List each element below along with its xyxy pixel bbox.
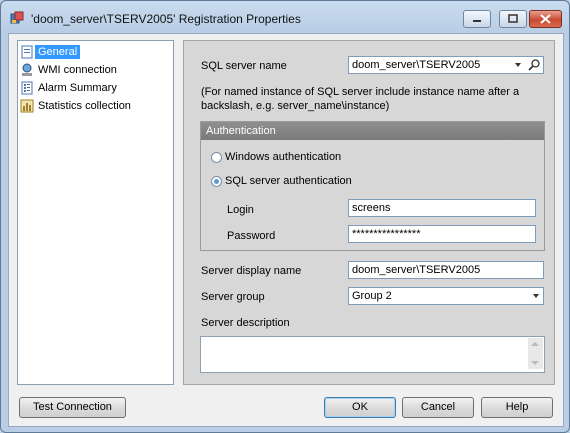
alarm-list-icon	[21, 81, 33, 94]
instance-name-hint: (For named instance of SQL server includ…	[201, 86, 520, 112]
tree-item-alarm-summary[interactable]: Alarm Summary	[20, 79, 117, 96]
title-bar[interactable]: 'doom_server\TSERV2005' Registration Pro…	[1, 1, 569, 33]
server-group-value: Group 2	[352, 290, 392, 302]
sql-server-name-value: doom_server\TSERV2005	[352, 59, 481, 71]
windows-auth-radio[interactable]	[211, 152, 222, 163]
tree-item-general[interactable]: General	[20, 43, 81, 60]
server-display-name-input[interactable]: doom_server\TSERV2005	[348, 261, 544, 279]
statistics-icon	[20, 99, 34, 112]
login-label: Login	[227, 204, 254, 216]
authentication-title: Authentication	[206, 125, 276, 137]
server-display-name-label: Server display name	[201, 265, 302, 277]
sql-auth-label[interactable]: SQL server authentication	[225, 175, 352, 187]
authentication-group: Authentication Windows authentication SQ…	[200, 121, 545, 251]
server-group-select[interactable]: Group 2	[348, 287, 544, 305]
wmi-icon	[22, 63, 32, 76]
registration-properties-window: 'doom_server\TSERV2005' Registration Pro…	[0, 0, 570, 433]
tree-item-label: Alarm Summary	[38, 81, 117, 94]
description-scrollbar[interactable]	[528, 338, 543, 369]
window-title: 'doom_server\TSERV2005' Registration Pro…	[31, 12, 301, 26]
test-connection-button[interactable]: Test Connection	[19, 397, 126, 418]
page-tree: General WMI connection Alarm Summary Sta…	[17, 40, 174, 385]
tree-item-label: General	[35, 44, 81, 59]
tree-item-wmi-connection[interactable]: WMI connection	[20, 61, 117, 78]
scroll-down-icon[interactable]	[531, 361, 539, 365]
scroll-up-icon[interactable]	[531, 342, 539, 346]
minimize-button[interactable]	[463, 10, 491, 28]
chevron-down-icon[interactable]	[533, 294, 539, 298]
login-value: screens	[352, 202, 391, 214]
sql-auth-radio[interactable]	[211, 176, 222, 187]
password-value: ****************	[352, 228, 421, 240]
cancel-button[interactable]: Cancel	[402, 397, 474, 418]
sql-server-name-label: SQL server name	[201, 60, 287, 72]
password-input[interactable]: ****************	[348, 225, 536, 243]
maximize-icon	[508, 14, 518, 23]
tree-item-statistics-collection[interactable]: Statistics collection	[20, 97, 131, 114]
minimize-icon	[473, 20, 481, 22]
server-registration-icon	[10, 11, 24, 24]
close-button[interactable]	[529, 10, 562, 28]
help-button[interactable]: Help	[481, 397, 553, 418]
authentication-header: Authentication	[201, 122, 544, 140]
tree-item-label: WMI connection	[38, 63, 117, 76]
server-group-label: Server group	[201, 291, 265, 303]
general-page-panel: SQL server name doom_server\TSERV2005 (F…	[183, 40, 555, 385]
maximize-button[interactable]	[499, 10, 527, 28]
chevron-down-icon[interactable]	[515, 63, 521, 67]
server-display-name-value: doom_server\TSERV2005	[352, 264, 481, 276]
server-description-input[interactable]	[200, 336, 545, 373]
password-label: Password	[227, 230, 276, 242]
server-description-label: Server description	[201, 317, 290, 329]
ok-button[interactable]: OK	[324, 397, 396, 418]
general-page-icon	[21, 45, 33, 58]
windows-auth-label[interactable]: Windows authentication	[225, 151, 341, 163]
sql-server-name-combo[interactable]: doom_server\TSERV2005	[348, 56, 544, 74]
search-icon[interactable]	[527, 58, 542, 72]
tree-item-label: Statistics collection	[38, 99, 131, 112]
close-icon	[540, 14, 551, 24]
dialog-client-area: General WMI connection Alarm Summary Sta…	[8, 33, 564, 427]
login-input[interactable]: screens	[348, 199, 536, 217]
